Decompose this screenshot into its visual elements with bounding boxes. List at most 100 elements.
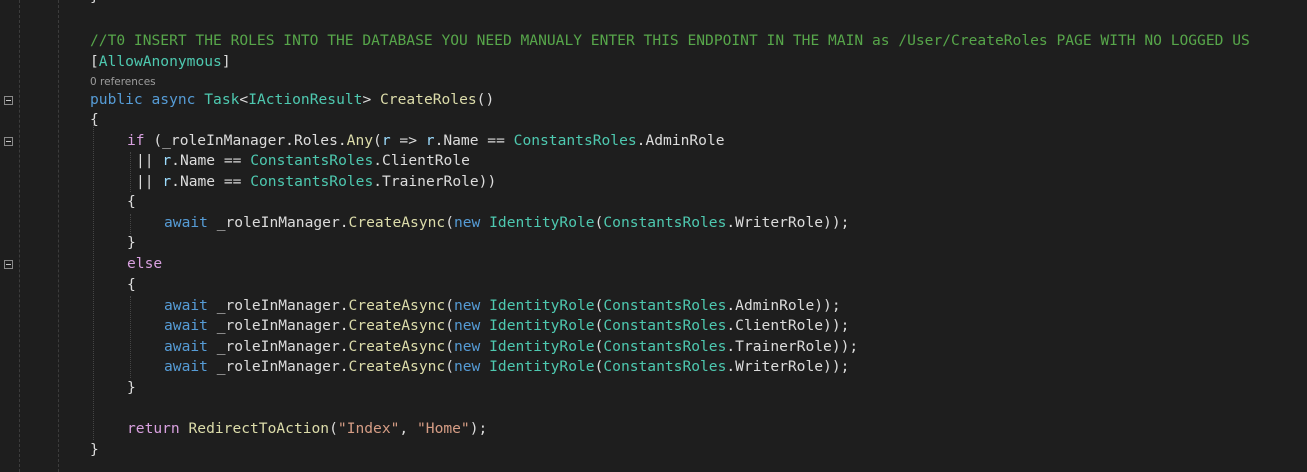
code-token: r <box>162 152 172 169</box>
code-line: { <box>0 110 1307 130</box>
references-link[interactable]: 0 references <box>90 75 156 89</box>
code-token: "Home" <box>417 420 470 437</box>
code-token: < <box>239 91 249 108</box>
code-text: return RedirectToAction("Index", "Home")… <box>127 419 487 439</box>
code-token: .TrainerRole)); <box>726 338 859 355</box>
code-token: await <box>164 338 208 355</box>
code-line: || r.Name == ConstantsRoles.ClientRole <box>0 151 1307 171</box>
code-token: new <box>453 297 481 314</box>
code-token: ( <box>445 214 454 231</box>
code-line: await _roleInManager.CreateAsync(new Ide… <box>0 337 1307 357</box>
code-token: CreateRoles <box>380 91 477 108</box>
code-line: await _roleInManager.CreateAsync(new Ide… <box>0 296 1307 316</box>
code-token: } <box>127 379 136 396</box>
code-line: { <box>0 275 1307 295</box>
code-text: { <box>127 275 136 295</box>
code-token: ( <box>445 338 454 355</box>
code-token: .ClientRole <box>373 152 470 169</box>
indent-guide <box>130 214 131 234</box>
code-token: , <box>399 420 417 437</box>
code-token: .ClientRole)); <box>726 317 850 334</box>
code-line: || r.Name == ConstantsRoles.TrainerRole)… <box>0 172 1307 192</box>
code-text: await _roleInManager.CreateAsync(new Ide… <box>164 316 849 336</box>
code-token: RedirectToAction <box>188 420 330 437</box>
code-token: () <box>476 91 495 108</box>
code-token: .Name == <box>434 132 514 149</box>
code-token: "Index" <box>337 420 400 437</box>
code-token: AllowAnonymous <box>98 53 222 70</box>
code-text: await _roleInManager.CreateAsync(new Ide… <box>164 213 849 233</box>
collapse-minus-icon[interactable] <box>4 137 13 146</box>
indent-guide <box>130 152 131 192</box>
codelens-references[interactable]: 0 references <box>0 75 1307 89</box>
code-token: _roleInManager. <box>207 338 349 355</box>
code-line: await _roleInManager.CreateAsync(new Ide… <box>0 357 1307 377</box>
code-token: ( <box>329 420 338 437</box>
code-token: new <box>453 358 481 375</box>
code-token: || <box>136 173 163 190</box>
code-text: await _roleInManager.CreateAsync(new Ide… <box>164 357 849 377</box>
code-text: } <box>90 440 99 460</box>
code-token: ConstantsRoles <box>250 152 374 169</box>
code-token: > <box>362 91 381 108</box>
code-text: //T0 INSERT THE ROLES INTO THE DATABASE … <box>90 31 1250 51</box>
code-token: ( <box>373 132 382 149</box>
code-token: await <box>164 317 208 334</box>
code-token: .AdminRole)); <box>726 297 841 314</box>
code-editor[interactable]: } //T0 INSERT THE ROLES INTO THE DATABASE… <box>0 0 1307 472</box>
code-token: .WriterRole)); <box>726 358 850 375</box>
code-token: ConstantsRoles <box>603 358 727 375</box>
code-text: } <box>127 378 136 398</box>
code-token: IdentityRole <box>489 358 595 375</box>
code-token: .Name == <box>171 173 251 190</box>
code-token: if <box>127 132 145 149</box>
code-token: IdentityRole <box>489 317 595 334</box>
code-token: new <box>453 317 481 334</box>
code-line: await _roleInManager.CreateAsync(new Ide… <box>0 316 1307 336</box>
code-token: await <box>164 214 208 231</box>
collapse-minus-icon[interactable] <box>4 260 13 269</box>
code-token: ( <box>445 317 454 334</box>
code-token: .Name == <box>171 152 251 169</box>
code-token: { <box>90 111 99 128</box>
code-token: await <box>164 297 208 314</box>
code-token: //T0 INSERT THE ROLES INTO THE DATABASE … <box>90 32 1250 49</box>
code-line: } <box>0 233 1307 253</box>
code-token: CreateAsync <box>348 317 446 334</box>
code-token: ] <box>221 53 231 70</box>
code-token: ConstantsRoles <box>603 317 727 334</box>
code-token: _roleInManager. <box>207 358 349 375</box>
code-text: || r.Name == ConstantsRoles.ClientRole <box>136 151 470 171</box>
code-text: [AllowAnonymous] <box>90 52 231 72</box>
indent-guide <box>130 296 131 378</box>
code-line: return RedirectToAction("Index", "Home")… <box>0 419 1307 439</box>
code-token: } <box>127 234 136 251</box>
code-token: ); <box>469 420 488 437</box>
code-line: [AllowAnonymous] <box>0 52 1307 72</box>
code-token: CreateAsync <box>348 358 446 375</box>
code-text: || r.Name == ConstantsRoles.TrainerRole)… <box>136 172 496 192</box>
code-token: || <box>136 152 163 169</box>
code-token: .WriterRole)); <box>726 214 850 231</box>
code-token: return <box>127 420 180 437</box>
code-line: //T0 INSERT THE ROLES INTO THE DATABASE … <box>0 31 1307 51</box>
code-token: ConstantsRoles <box>513 132 637 149</box>
code-token: .AdminRole <box>636 132 725 149</box>
code-token: CreateAsync <box>348 297 446 314</box>
code-token: _roleInManager. <box>207 214 349 231</box>
code-token: _roleInManager. <box>207 317 349 334</box>
code-token: _roleInManager. <box>207 297 349 314</box>
code-token: async <box>151 91 196 108</box>
code-token: await <box>164 358 208 375</box>
code-line: } <box>0 440 1307 460</box>
code-token: } <box>90 441 99 458</box>
code-text: public async Task<IActionResult> CreateR… <box>90 90 494 110</box>
collapse-minus-icon[interactable] <box>4 96 13 105</box>
code-token: CreateAsync <box>348 214 446 231</box>
code-token: (_roleInManager.Roles. <box>144 132 347 149</box>
